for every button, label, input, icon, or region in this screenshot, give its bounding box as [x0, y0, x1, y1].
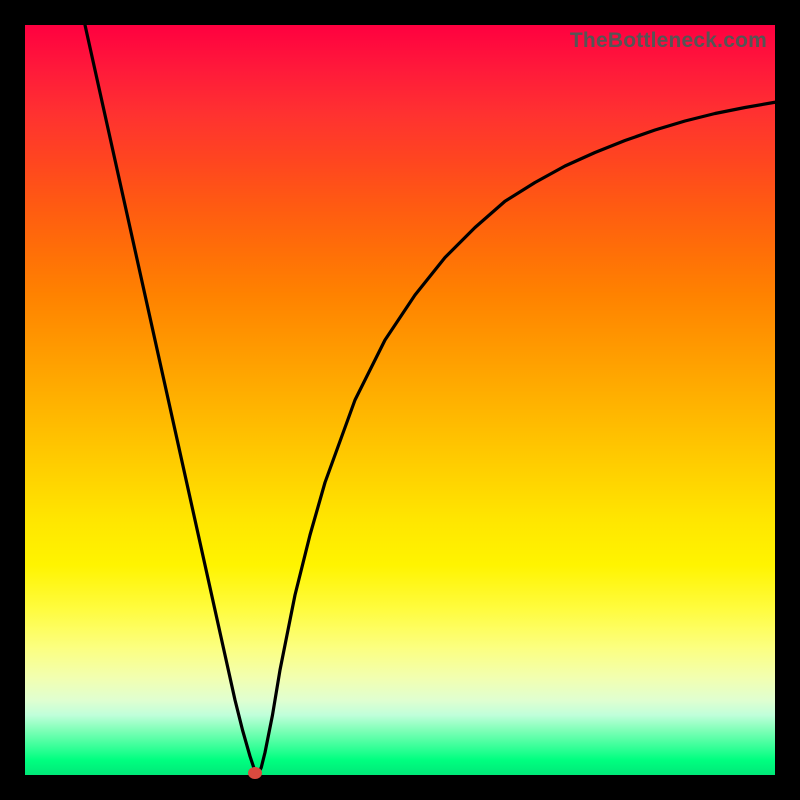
minimum-marker	[248, 767, 262, 779]
chart-frame: TheBottleneck.com	[0, 0, 800, 800]
plot-area: TheBottleneck.com	[25, 25, 775, 775]
bottleneck-curve	[85, 25, 775, 775]
curve-svg	[25, 25, 775, 775]
